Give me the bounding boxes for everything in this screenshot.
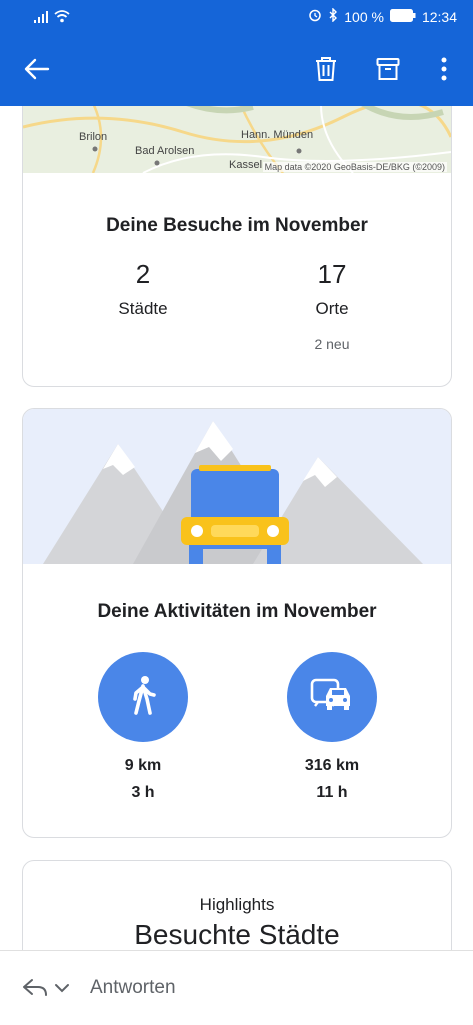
chevron-down-icon: [54, 980, 70, 998]
arrow-left-icon: [24, 58, 50, 85]
battery-percent: 100 %: [344, 8, 384, 25]
bluetooth-icon: [328, 7, 338, 25]
driving-distance: 316 km: [304, 757, 360, 774]
places-count: 17: [317, 259, 347, 289]
reply-icon: [22, 977, 48, 1002]
map-attribution: Map data ©2020 GeoBasis-DE/BKG (©2009): [262, 162, 447, 172]
more-options-button[interactable]: [427, 54, 461, 88]
email-content[interactable]: Brilon Bad Arolsen Hann. Münden Kassel M…: [0, 106, 473, 950]
reply-bar: Antworten: [0, 950, 473, 1025]
status-bar: 100 % 12:34: [0, 0, 473, 34]
archive-button[interactable]: [371, 54, 405, 88]
reply-options-button[interactable]: [22, 975, 78, 1003]
map-label-brilon: Brilon: [79, 131, 108, 143]
map-label-bad-arolsen: Bad Arolsen: [135, 145, 195, 157]
walking-activity[interactable]: [98, 652, 188, 742]
visits-title: Deine Besuche im November: [106, 215, 368, 236]
trash-icon: [314, 56, 338, 87]
walking-icon: [128, 675, 158, 720]
back-button[interactable]: [20, 54, 54, 88]
more-vert-icon: [440, 57, 448, 86]
map-label-hann-muenden: Hann. Münden: [241, 129, 314, 141]
map-label-kassel: Kassel: [229, 159, 263, 171]
highlights-title: Besuchte Städte: [134, 919, 340, 950]
highlights-card: Highlights Besuchte Städte: [22, 860, 452, 950]
mountains-car-illustration: [43, 421, 423, 564]
clock-time: 12:34: [421, 8, 457, 25]
delete-button[interactable]: [309, 54, 343, 88]
activities-title: Deine Aktivitäten im November: [97, 601, 377, 622]
signal-icon: [34, 10, 50, 26]
car-transit-icon: [310, 678, 354, 717]
walking-distance: 9 km: [124, 757, 162, 774]
driving-activity[interactable]: [287, 652, 377, 742]
highlights-kicker: Highlights: [199, 895, 275, 914]
map-image[interactable]: Brilon Bad Arolsen Hann. Münden Kassel M…: [23, 106, 451, 173]
battery-icon: [389, 8, 416, 25]
status-left: [34, 10, 70, 26]
cities-count: 2: [135, 259, 151, 289]
wifi-icon: [54, 10, 70, 26]
reply-button[interactable]: Antworten: [90, 977, 176, 999]
cities-label: Städte: [118, 299, 168, 318]
archive-icon: [376, 57, 400, 86]
activities-card: Deine Aktivitäten im November 9 km 3 h 3…: [22, 408, 452, 838]
places-label: Orte: [315, 299, 349, 318]
visits-card: Brilon Bad Arolsen Hann. Münden Kassel M…: [22, 106, 452, 387]
activity-illustration: [23, 409, 451, 564]
walking-duration: 3 h: [131, 784, 155, 801]
driving-duration: 11 h: [316, 784, 348, 801]
status-right: 100 % 12:34: [308, 7, 457, 25]
alarm-icon: [308, 8, 322, 25]
app-bar: [0, 34, 473, 106]
places-new: 2 neu: [314, 336, 350, 352]
